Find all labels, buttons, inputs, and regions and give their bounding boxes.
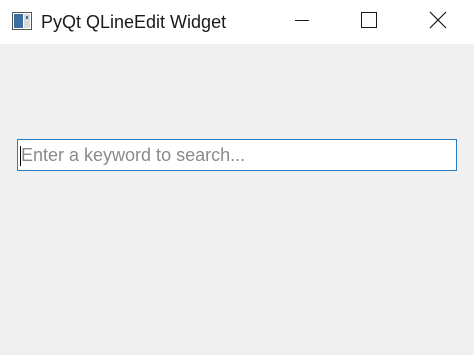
search-input[interactable] [17, 139, 457, 171]
close-icon [429, 11, 447, 34]
title-bar[interactable]: PyQt QLineEdit Widget [0, 0, 474, 44]
maximize-button[interactable] [336, 0, 402, 44]
minimize-icon [294, 12, 310, 33]
text-cursor [20, 146, 21, 166]
python-app-icon [12, 12, 32, 30]
close-button[interactable] [405, 0, 471, 44]
window-title: PyQt QLineEdit Widget [41, 12, 227, 32]
client-area [0, 44, 474, 355]
application-window: PyQt QLineEdit Widget [0, 0, 474, 355]
minimize-button[interactable] [269, 0, 335, 44]
maximize-icon [361, 11, 377, 33]
